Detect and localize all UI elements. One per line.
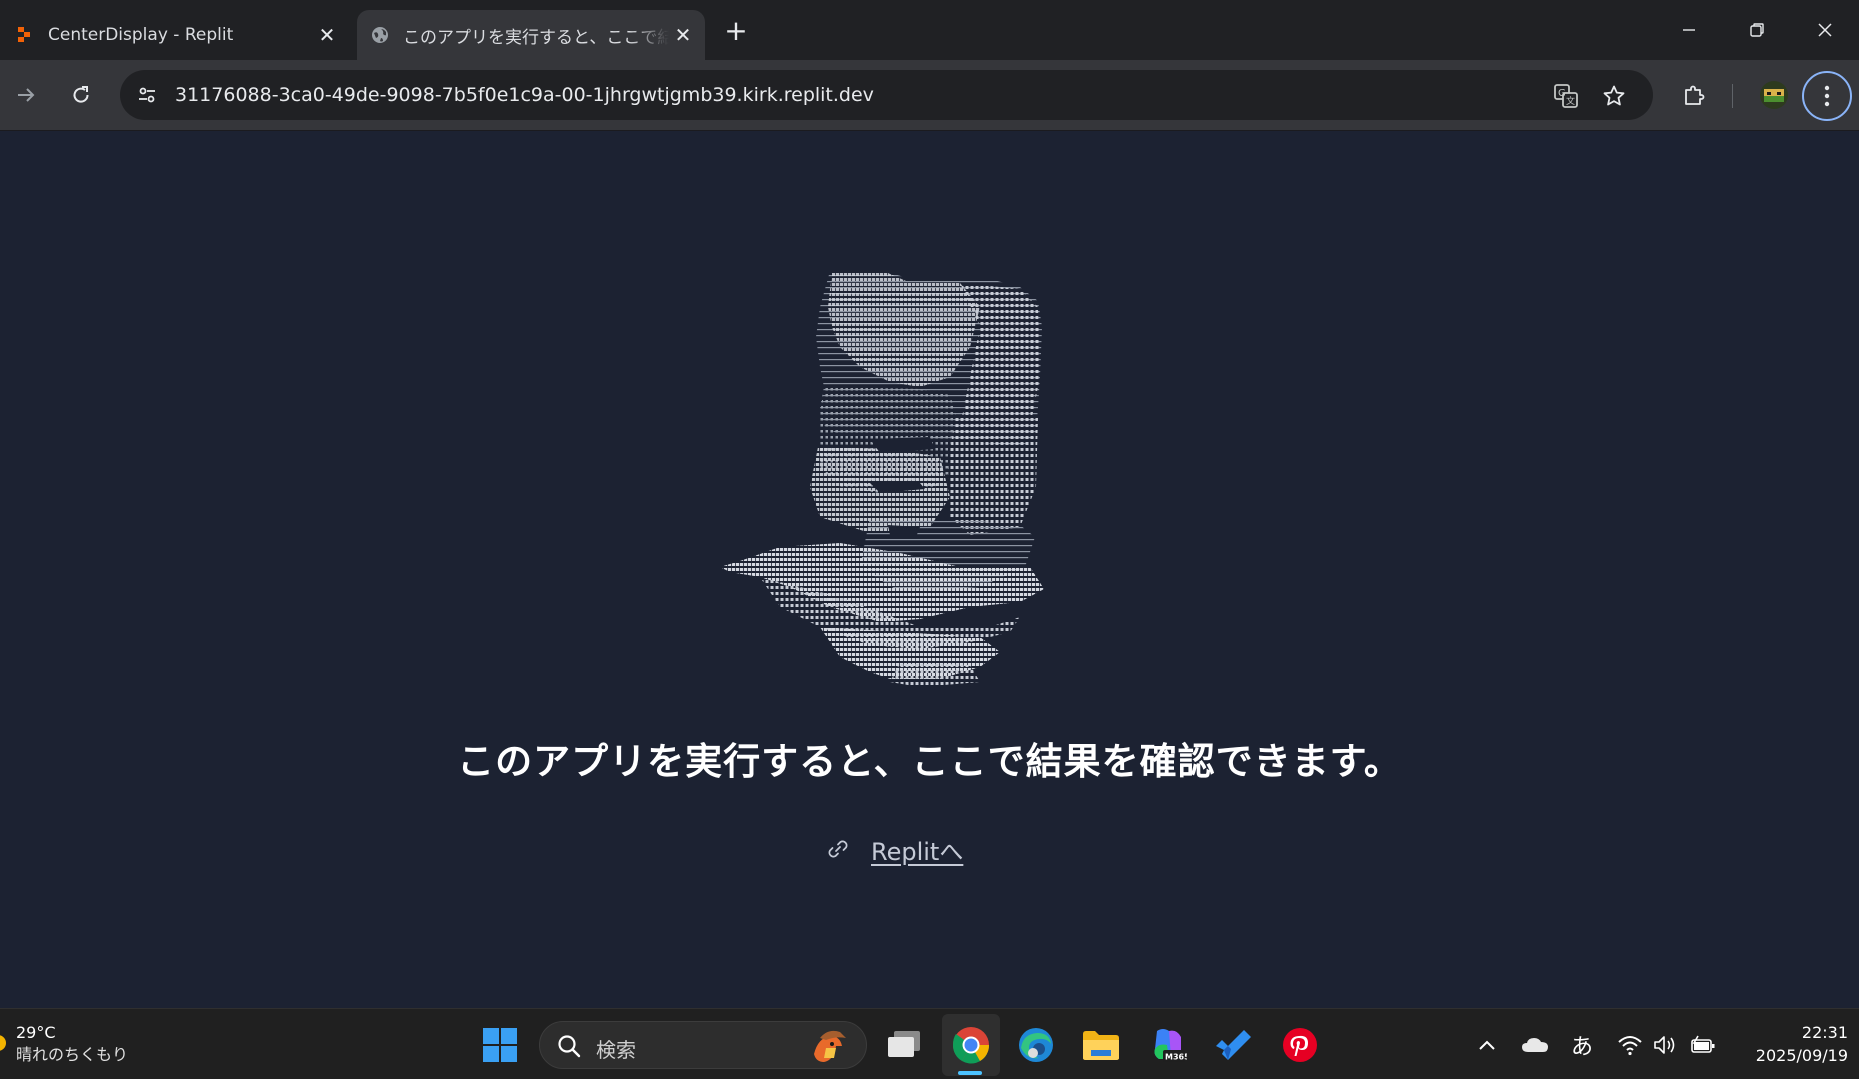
weather-sun-icon (0, 1035, 6, 1051)
weather-widget[interactable]: 29°C 晴れのちくもり (16, 1022, 128, 1066)
taskbar-file-explorer[interactable] (1077, 1021, 1125, 1069)
microsoft-365-icon: M365 (1154, 1029, 1187, 1062)
taskbar-clock[interactable]: 22:31 2025/09/19 (1738, 1021, 1848, 1067)
site-info-icon[interactable] (132, 80, 162, 110)
puzzle-icon (1685, 85, 1705, 105)
battery-charging-icon (1691, 1035, 1715, 1053)
browser-toolbar: 31176088-3ca0-49de-9098-7b5f0e1c9a-00-1j… (0, 60, 1859, 131)
toolbar-divider (1732, 84, 1733, 108)
run-app-message: このアプリを実行すると、ここで結果を確認できます。 (457, 740, 1402, 783)
volume-tray[interactable] (1650, 1031, 1680, 1059)
more-vertical-icon (1824, 85, 1830, 107)
taskbar-pinterest[interactable] (1276, 1021, 1324, 1069)
minimize-icon (1683, 29, 1695, 31)
search-icon (558, 1035, 581, 1058)
show-hidden-icons-button[interactable] (1473, 1031, 1501, 1059)
speaker-icon (1654, 1036, 1675, 1054)
onedrive-tray[interactable] (1520, 1031, 1550, 1059)
taskbar-edge[interactable] (1012, 1021, 1060, 1069)
avatar (1760, 81, 1788, 109)
todo-check-icon (1216, 1030, 1251, 1060)
clock-date: 2025/09/19 (1755, 1046, 1848, 1065)
pinterest-icon (1283, 1028, 1317, 1062)
task-view-button[interactable] (880, 1021, 928, 1069)
windows-logo-icon (483, 1028, 517, 1062)
battery-tray[interactable] (1688, 1031, 1718, 1059)
browser-tab-strip: CenterDisplay - Replit ✕ このアプリを実行すると、ここで… (0, 0, 1859, 60)
network-tray[interactable] (1615, 1031, 1645, 1059)
reload-icon (73, 86, 89, 103)
svg-text:G: G (1558, 88, 1566, 99)
new-tab-button[interactable]: + (720, 14, 752, 47)
taskbar-chrome[interactable] (947, 1021, 995, 1069)
wifi-icon (1618, 1036, 1642, 1056)
ime-indicator[interactable]: あ (1567, 1031, 1597, 1060)
chevron-up-icon (1479, 1040, 1495, 1050)
active-app-indicator (958, 1071, 982, 1075)
address-bar[interactable]: 31176088-3ca0-49de-9098-7b5f0e1c9a-00-1j… (120, 70, 1653, 120)
globe-icon (372, 27, 388, 43)
close-icon (1818, 23, 1832, 37)
bookmark-star-icon[interactable] (1599, 81, 1629, 111)
ascii-art-portrait (720, 271, 1044, 687)
tab-active-app[interactable]: このアプリを実行すると、ここで結果を ✕ (357, 10, 705, 60)
close-window-button[interactable] (1791, 0, 1859, 60)
taskbar-todo[interactable] (1209, 1021, 1257, 1069)
replit-icon (18, 27, 30, 42)
chrome-icon (952, 1027, 990, 1064)
tab-title: このアプリを実行すると、ここで結果を (403, 27, 669, 48)
restore-button[interactable] (1723, 0, 1791, 60)
forward-button[interactable] (6, 75, 46, 115)
taskbar-search[interactable]: 検索 (539, 1021, 867, 1069)
restore-icon (1750, 23, 1764, 37)
taskbar-m365[interactable]: M365 (1143, 1021, 1191, 1069)
folder-icon (1083, 1031, 1119, 1060)
svg-text:文: 文 (1566, 95, 1575, 107)
chrome-menu-button[interactable] (1802, 71, 1852, 121)
cloud-icon (1522, 1038, 1548, 1052)
start-button[interactable] (476, 1021, 524, 1069)
weather-description: 晴れのちくもり (16, 1045, 129, 1064)
translate-icon[interactable]: G 文 (1551, 81, 1581, 111)
windows-taskbar: 29°C 晴れのちくもり 検索 M365 あ 22:31 2025/09/19 (0, 1008, 1859, 1079)
clock-time: 22:31 (1801, 1023, 1848, 1042)
weather-temperature: 29°C (16, 1023, 56, 1042)
tab-title: CenterDisplay - Replit (48, 25, 234, 45)
edge-icon (1019, 1028, 1053, 1062)
page-content: このアプリを実行すると、ここで結果を確認できます。 Replitへ (0, 131, 1859, 1008)
close-tab-icon[interactable]: ✕ (313, 21, 341, 49)
replit-link[interactable]: Replitへ (825, 831, 963, 867)
svg-text:M365: M365 (1165, 1053, 1187, 1062)
replit-link-label[interactable]: Replitへ (871, 832, 963, 867)
minimize-button[interactable] (1655, 0, 1723, 60)
profile-button[interactable] (1754, 75, 1794, 115)
search-placeholder: 検索 (596, 1038, 636, 1062)
forward-arrow-icon (18, 88, 35, 102)
extensions-button[interactable] (1674, 75, 1714, 115)
search-highlight-icon (814, 1030, 846, 1062)
link-icon (828, 840, 848, 858)
url-text[interactable]: 31176088-3ca0-49de-9098-7b5f0e1c9a-00-1j… (175, 84, 874, 106)
tab-centerdisplay-replit[interactable]: CenterDisplay - Replit ✕ (16, 10, 341, 60)
task-view-icon (888, 1031, 920, 1057)
close-tab-icon[interactable]: ✕ (669, 21, 697, 49)
reload-button[interactable] (61, 75, 101, 115)
